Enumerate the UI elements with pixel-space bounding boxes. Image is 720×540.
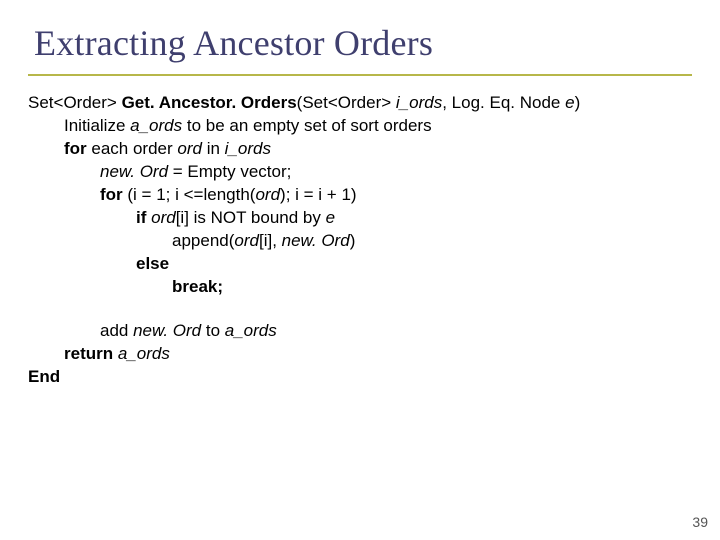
line-else: else xyxy=(136,253,692,276)
fn-name: Get. Ancestor. Orders xyxy=(122,93,297,112)
line-for-outer: for each order ord in i_ords xyxy=(64,138,692,161)
slide-title: Extracting Ancestor Orders xyxy=(0,0,720,70)
line-if: if ord[i] is NOT bound by e xyxy=(136,207,692,230)
slide: Extracting Ancestor Orders Set<Order> Ge… xyxy=(0,0,720,540)
line-add: add new. Ord to a_ords xyxy=(100,320,692,343)
blank-line xyxy=(28,298,692,320)
line-for-inner: for (i = 1; i <=length(ord); i = i + 1) xyxy=(100,184,692,207)
line-neword: new. Ord = Empty vector; xyxy=(100,161,692,184)
line-break: break; xyxy=(172,276,692,299)
line-init: Initialize a_ords to be an empty set of … xyxy=(64,115,692,138)
line-return: return a_ords xyxy=(64,343,692,366)
line-append: append(ord[i], new. Ord) xyxy=(172,230,692,253)
line-sig: Set<Order> Get. Ancestor. Orders(Set<Ord… xyxy=(28,92,692,115)
pseudocode-block: Set<Order> Get. Ancestor. Orders(Set<Ord… xyxy=(0,76,720,389)
page-number: 39 xyxy=(692,514,708,530)
line-end: End xyxy=(28,366,692,389)
